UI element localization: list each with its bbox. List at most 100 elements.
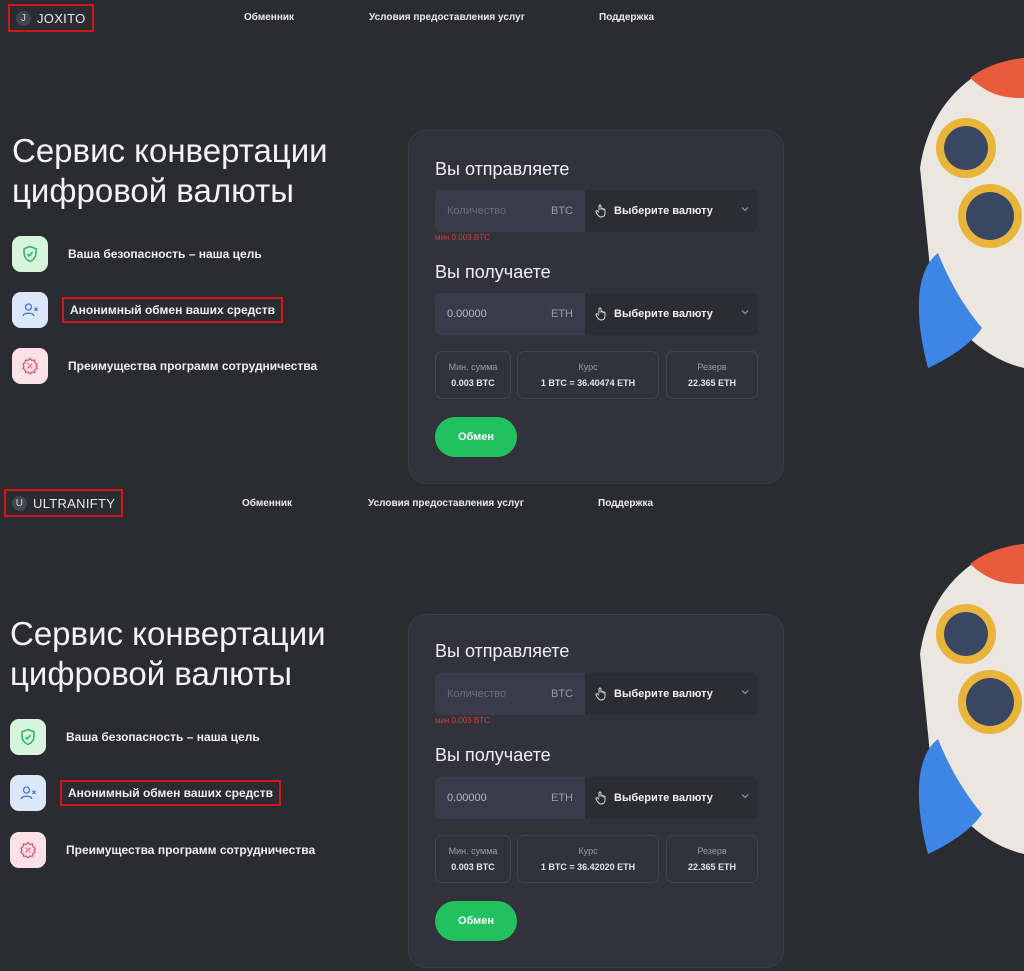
receive-currency-select-label: Выберите валюту xyxy=(614,308,713,320)
nav-exchanger-link[interactable]: Обменник xyxy=(242,498,292,509)
user-x-icon xyxy=(10,775,46,811)
chevron-down-icon xyxy=(741,690,749,695)
feature-anonymous-label: Анонимный обмен ваших средств xyxy=(62,297,284,323)
feature-anonymous: Анонимный обмен ваших средств xyxy=(12,292,284,328)
stat-rate: Курс 1 BTC = 36.42020 ETH xyxy=(517,835,659,883)
pointer-hand-icon xyxy=(595,204,606,218)
chevron-down-icon xyxy=(741,310,749,315)
send-currency-select-label: Выберите валюту xyxy=(614,688,713,700)
receive-row: 0.00000 ETH Выберите валюту xyxy=(435,777,758,819)
site-logo[interactable]: J JOXITO xyxy=(8,4,94,32)
send-heading: Вы отправляете xyxy=(435,641,570,661)
nav-support-link[interactable]: Поддержка xyxy=(598,498,653,509)
send-currency-select[interactable]: Выберите валюту xyxy=(585,190,758,232)
stat-min-amount: Мин. сумма 0.003 BTC xyxy=(435,351,511,399)
feature-security: Ваша безопасность – наша цель xyxy=(10,719,266,755)
receive-amount-value: 0.00000 xyxy=(447,308,487,320)
rocket-illustration xyxy=(918,58,1024,368)
logo-badge: J xyxy=(16,10,31,26)
min-amount-note: мин 0.003 BTC xyxy=(435,716,490,725)
stat-reserve: Резерв 22.365 ETH xyxy=(666,351,758,399)
stat-min-amount-title: Мин. сумма xyxy=(448,362,498,372)
top-nav: J JOXITO Обменник Условия предоставления… xyxy=(0,0,1024,36)
logo-name: ULTRANIFTY xyxy=(33,495,116,511)
min-amount-note: мин 0.003 BTC xyxy=(435,233,490,242)
logo-name: JOXITO xyxy=(37,10,86,26)
send-amount-placeholder: Количество xyxy=(447,688,507,700)
feature-partnership: Преимущества программ сотрудничества xyxy=(10,832,321,868)
stat-min-amount-title: Мин. сумма xyxy=(448,846,498,856)
nav-support-link[interactable]: Поддержка xyxy=(599,12,654,23)
chevron-down-icon xyxy=(741,794,749,799)
hero-title-line-1: Сервис конвертации xyxy=(10,615,326,652)
send-amount-input[interactable]: Количество BTC xyxy=(435,673,585,715)
hero-title-line-1: Сервис конвертации xyxy=(12,132,328,169)
receive-amount-value: 0.00000 xyxy=(447,792,487,804)
exchange-card: Вы отправляете Количество BTC Выберите в… xyxy=(408,130,784,484)
pointer-hand-icon xyxy=(595,307,606,321)
discount-badge-icon xyxy=(12,348,48,384)
receive-heading: Вы получаете xyxy=(435,262,551,282)
feature-security: Ваша безопасность – наша цель xyxy=(12,236,268,272)
stat-min-amount: Мин. сумма 0.003 BTC xyxy=(435,835,511,883)
hero-title-line-2: цифровой валюты xyxy=(10,655,292,692)
receive-heading: Вы получаете xyxy=(435,745,551,765)
send-currency-select-label: Выберите валюту xyxy=(614,205,713,217)
stat-min-amount-value: 0.003 BTC xyxy=(451,378,495,388)
exchange-button[interactable]: Обмен xyxy=(435,417,517,457)
shield-check-icon xyxy=(12,236,48,272)
stat-reserve: Резерв 22.365 ETH xyxy=(666,835,758,883)
receive-amount-input[interactable]: 0.00000 ETH xyxy=(435,293,585,335)
exchange-button[interactable]: Обмен xyxy=(435,901,517,941)
stat-rate-value: 1 BTC = 36.40474 ETH xyxy=(540,378,636,388)
exchange-card: Вы отправляете Количество BTC Выберите в… xyxy=(408,614,784,968)
send-currency-code: BTC xyxy=(551,205,573,217)
pointer-hand-icon xyxy=(595,791,606,805)
hero-title: Сервис конвертации цифровой валюты xyxy=(10,614,326,694)
pointer-hand-icon xyxy=(595,687,606,701)
discount-badge-icon xyxy=(10,832,46,868)
receive-row: 0.00000 ETH Выберите валюту xyxy=(435,293,758,335)
rocket-illustration xyxy=(918,544,1024,854)
stat-min-amount-value: 0.003 BTC xyxy=(451,862,495,872)
logo-badge: U xyxy=(12,495,27,511)
send-currency-code: BTC xyxy=(551,688,573,700)
chevron-down-icon xyxy=(741,207,749,212)
stat-rate-title: Курс xyxy=(578,846,598,856)
receive-currency-select[interactable]: Выберите валюту xyxy=(585,777,758,819)
send-currency-select[interactable]: Выберите валюту xyxy=(585,673,758,715)
receive-currency-select[interactable]: Выберите валюту xyxy=(585,293,758,335)
nav-terms-link[interactable]: Условия предоставления услуг xyxy=(369,12,525,23)
feature-security-label: Ваша безопасность – наша цель xyxy=(66,730,260,744)
receive-amount-input[interactable]: 0.00000 ETH xyxy=(435,777,585,819)
site-logo[interactable]: U ULTRANIFTY xyxy=(4,489,124,517)
hero-title-line-2: цифровой валюты xyxy=(12,172,294,209)
top-nav: U ULTRANIFTY Обменник Условия предоставл… xyxy=(0,486,1024,522)
send-row: Количество BTC Выберите валюту xyxy=(435,673,758,715)
send-amount-placeholder: Количество xyxy=(447,205,507,217)
shield-check-icon xyxy=(10,719,46,755)
nav-terms-link[interactable]: Условия предоставления услуг xyxy=(368,498,524,509)
stat-rate: Курс 1 BTC = 36.40474 ETH xyxy=(517,351,659,399)
receive-currency-select-label: Выберите валюту xyxy=(614,792,713,804)
stat-reserve-title: Резерв xyxy=(697,362,727,372)
feature-security-label: Ваша безопасность – наша цель xyxy=(68,247,262,261)
send-amount-input[interactable]: Количество BTC xyxy=(435,190,585,232)
stat-reserve-title: Резерв xyxy=(697,846,727,856)
stat-reserve-value: 22.365 ETH xyxy=(687,862,737,872)
feature-partnership: Преимущества программ сотрудничества xyxy=(12,348,323,384)
feature-anonymous-label: Анонимный обмен ваших средств xyxy=(60,780,282,806)
stat-rate-title: Курс xyxy=(578,362,598,372)
feature-partnership-label: Преимущества программ сотрудничества xyxy=(68,359,318,373)
screenshot-ultranifty: U ULTRANIFTY Обменник Условия предоставл… xyxy=(0,486,1024,971)
user-x-icon xyxy=(12,292,48,328)
stat-rate-value: 1 BTC = 36.42020 ETH xyxy=(540,862,636,872)
nav-exchanger-link[interactable]: Обменник xyxy=(244,12,294,23)
send-heading: Вы отправляете xyxy=(435,159,570,179)
receive-currency-code: ETH xyxy=(551,308,573,320)
stat-reserve-value: 22.365 ETH xyxy=(687,378,737,388)
hero-title: Сервис конвертации цифровой валюты xyxy=(12,131,328,211)
send-row: Количество BTC Выберите валюту xyxy=(435,190,758,232)
feature-partnership-label: Преимущества программ сотрудничества xyxy=(66,843,316,857)
feature-anonymous: Анонимный обмен ваших средств xyxy=(10,775,282,811)
